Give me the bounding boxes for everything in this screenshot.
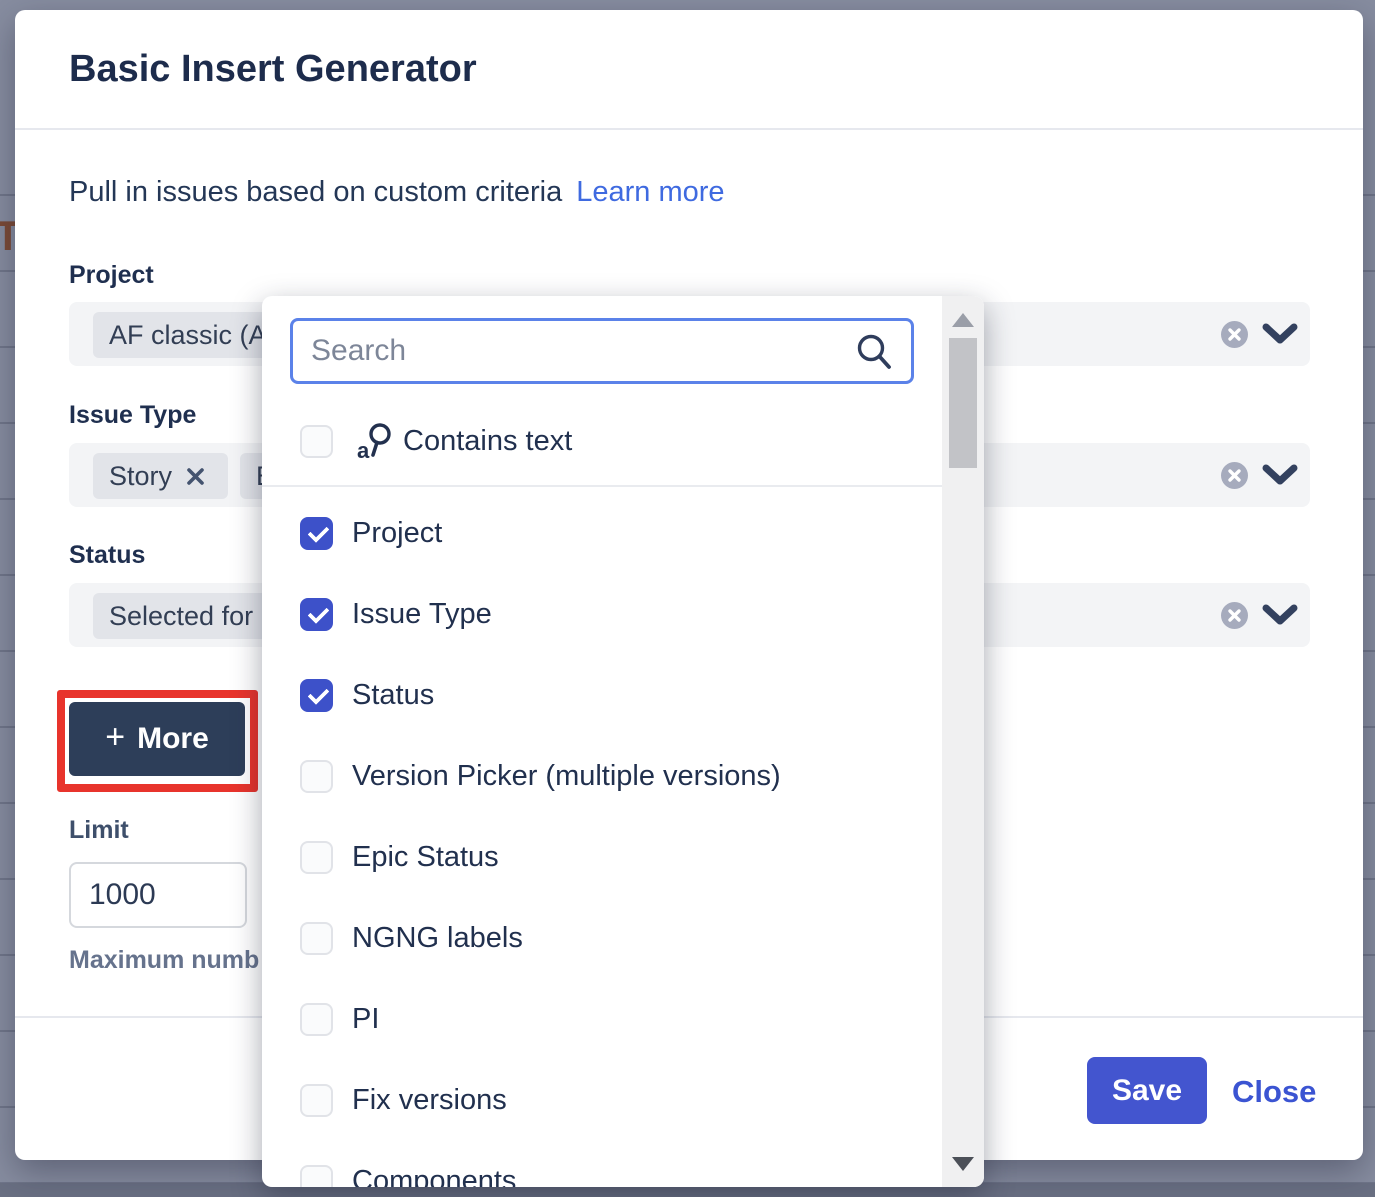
- project-field-label: Project: [69, 261, 154, 290]
- more-button-label: More: [137, 722, 209, 756]
- dropdown-item-pi[interactable]: PI: [262, 979, 942, 1059]
- dropdown-item-label: Epic Status: [352, 841, 499, 874]
- checkbox[interactable]: [300, 841, 333, 874]
- description-text: Pull in issues based on custom criteria: [69, 176, 562, 208]
- issue-type-field-label: Issue Type: [69, 401, 196, 430]
- dropdown-item-components[interactable]: Components: [262, 1141, 942, 1187]
- chevron-down-icon[interactable]: [1258, 319, 1302, 349]
- dropdown-item-issue-type[interactable]: Issue Type: [262, 574, 942, 654]
- limit-field-label: Limit: [69, 816, 129, 845]
- remove-chip-icon[interactable]: [186, 467, 205, 486]
- save-button[interactable]: Save: [1087, 1057, 1207, 1124]
- more-button[interactable]: + More: [69, 702, 245, 776]
- chip-label: AF classic (AC: [109, 320, 286, 351]
- search-input[interactable]: [290, 318, 914, 384]
- clear-icon[interactable]: [1221, 462, 1248, 489]
- header-divider: [15, 128, 1363, 130]
- dropdown-item-label: Issue Type: [352, 598, 492, 631]
- dropdown-item-label: Project: [352, 517, 442, 550]
- field-picker-dropdown: a Contains text Project Issue Type Statu…: [262, 296, 984, 1187]
- modal-title: Basic Insert Generator: [69, 48, 477, 91]
- dropdown-divider: [262, 485, 942, 487]
- dropdown-item-contains-text[interactable]: a Contains text: [262, 401, 942, 481]
- limit-input[interactable]: [69, 862, 247, 928]
- dropdown-item-label: PI: [352, 1003, 379, 1036]
- scrollbar-up-arrow-icon[interactable]: [952, 313, 974, 327]
- dropdown-item-label: Status: [352, 679, 434, 712]
- dropdown-item-ngng-labels[interactable]: NGNG labels: [262, 898, 942, 978]
- dropdown-item-label: NGNG labels: [352, 922, 523, 955]
- close-button[interactable]: Close: [1232, 1074, 1316, 1110]
- dropdown-item-label: Fix versions: [352, 1084, 507, 1117]
- chevron-down-icon[interactable]: [1258, 600, 1302, 630]
- plus-icon: +: [105, 720, 125, 754]
- checkbox[interactable]: [300, 1003, 333, 1036]
- dropdown-item-project[interactable]: Project: [262, 493, 942, 573]
- dropdown-item-label: Components: [352, 1165, 516, 1188]
- checkbox[interactable]: [300, 425, 333, 458]
- checkbox[interactable]: [300, 760, 333, 793]
- dropdown-item-version-picker[interactable]: Version Picker (multiple versions): [262, 736, 942, 816]
- text-search-icon: a: [355, 421, 395, 461]
- checkbox[interactable]: [300, 1084, 333, 1117]
- dropdown-item-label: Version Picker (multiple versions): [352, 760, 781, 793]
- dropdown-item-epic-status[interactable]: Epic Status: [262, 817, 942, 897]
- checkbox[interactable]: [300, 517, 333, 550]
- clear-icon[interactable]: [1221, 321, 1248, 348]
- status-field-label: Status: [69, 541, 145, 570]
- learn-more-link[interactable]: Learn more: [576, 176, 724, 208]
- dropdown-scrollbar[interactable]: [942, 296, 984, 1187]
- svg-text:a: a: [357, 438, 370, 461]
- clear-icon[interactable]: [1221, 602, 1248, 629]
- checkbox[interactable]: [300, 598, 333, 631]
- chip-label: Selected for D: [109, 601, 280, 632]
- limit-helper-text: Maximum numb: [69, 946, 259, 975]
- checkbox[interactable]: [300, 1165, 333, 1188]
- chip-label: Story: [109, 461, 172, 492]
- dropdown-item-label: Contains text: [403, 425, 572, 458]
- issue-type-chip-story: Story: [93, 453, 228, 499]
- chevron-down-icon[interactable]: [1258, 460, 1302, 490]
- checkbox[interactable]: [300, 922, 333, 955]
- modal-description: Pull in issues based on custom criteria L…: [69, 176, 725, 209]
- scrollbar-down-arrow-icon[interactable]: [952, 1157, 974, 1171]
- dropdown-item-fix-versions[interactable]: Fix versions: [262, 1060, 942, 1140]
- checkbox[interactable]: [300, 679, 333, 712]
- screen: T Basic Insert Generator Pull in issues …: [0, 0, 1375, 1197]
- dropdown-item-status[interactable]: Status: [262, 655, 942, 735]
- scrollbar-thumb[interactable]: [949, 338, 977, 468]
